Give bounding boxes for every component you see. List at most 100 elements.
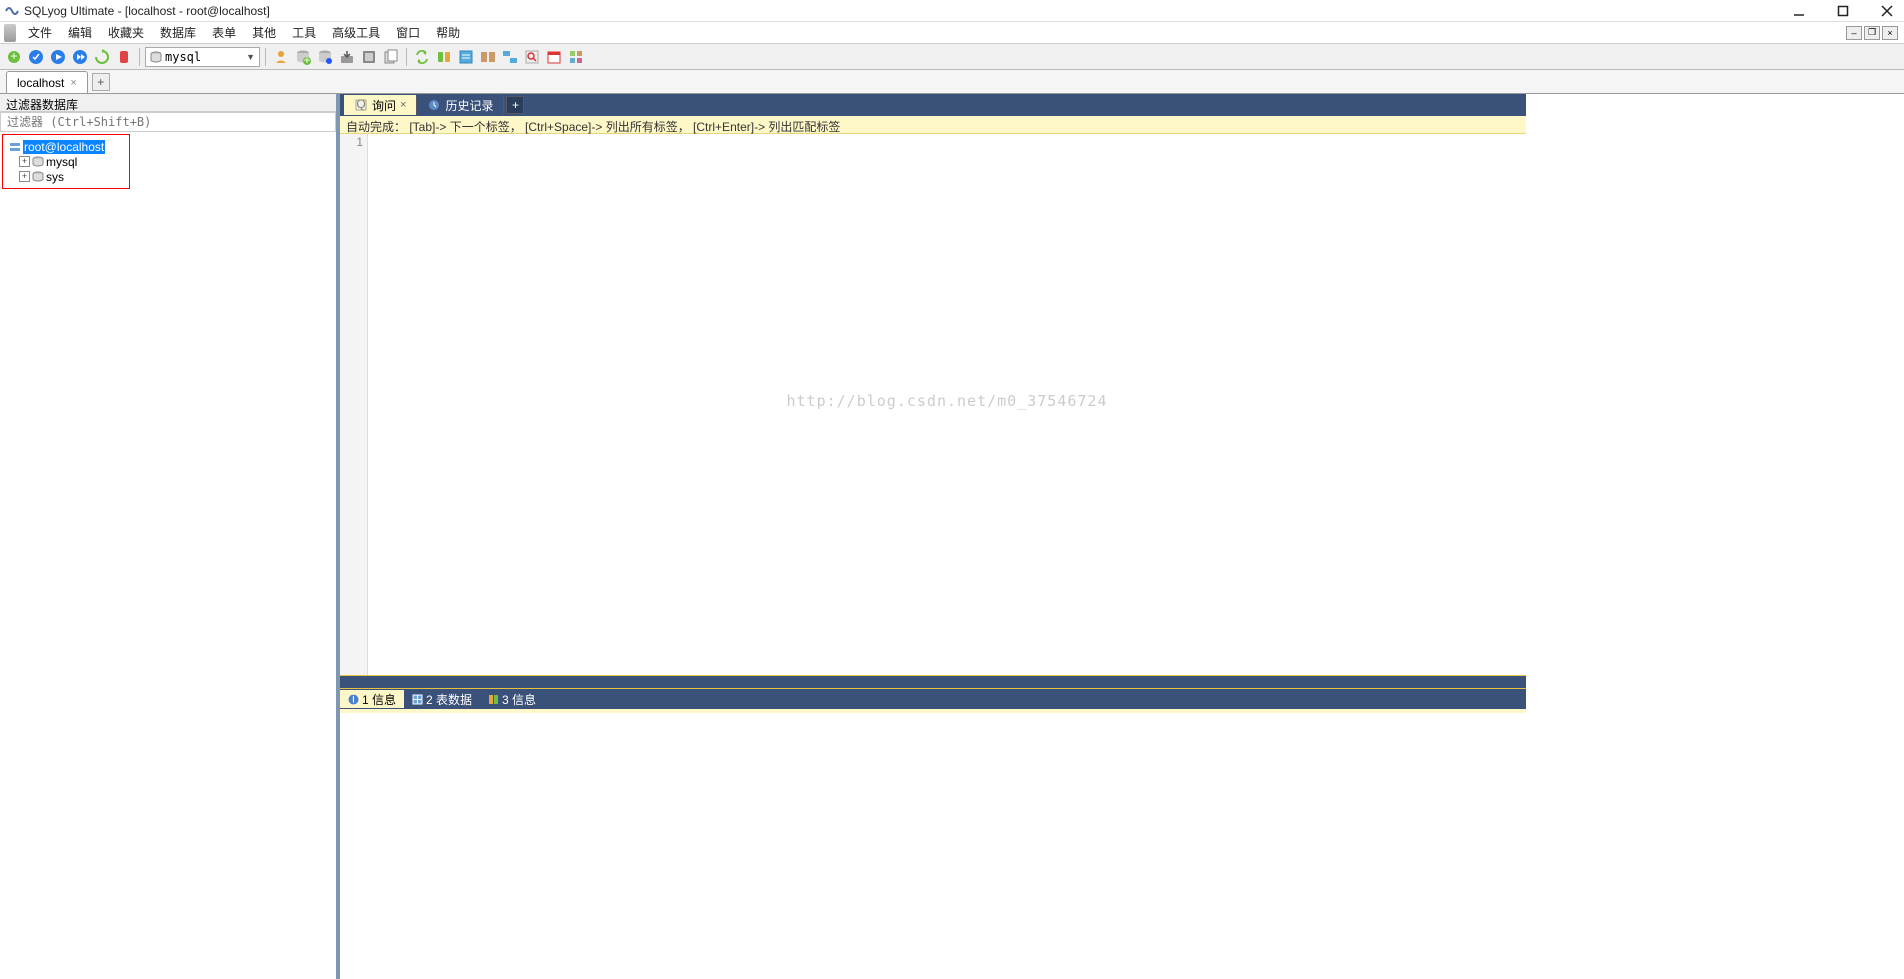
app-icon <box>4 3 20 19</box>
menu-other[interactable]: 其他 <box>244 22 284 43</box>
horizontal-splitter[interactable] <box>340 675 1526 689</box>
tab-history-label: 历史记录 <box>445 97 493 114</box>
main-panel: Q 询问 × 历史记录 + 自动完成： [Tab]-> 下一个标签， [Ctrl… <box>340 94 1526 979</box>
connection-tabs: localhost × + <box>0 70 1904 94</box>
menu-database[interactable]: 数据库 <box>152 22 204 43</box>
maximize-button[interactable] <box>1830 2 1856 20</box>
tree-item-sys[interactable]: + sys <box>5 169 127 184</box>
schema-designer-icon[interactable] <box>315 47 335 67</box>
expand-icon[interactable]: + <box>19 156 30 167</box>
database-icon <box>32 171 44 183</box>
tree-item-mysql[interactable]: + mysql <box>5 154 127 169</box>
result-tab-table-data[interactable]: 2 表数据 <box>404 690 480 708</box>
query-editor[interactable]: 1 http://blog.csdn.net/m0_37546724 <box>340 134 1526 675</box>
execute-all-icon[interactable] <box>70 47 90 67</box>
line-gutter: 1 <box>340 134 368 675</box>
menu-bar: 文件 编辑 收藏夹 数据库 表单 其他 工具 高级工具 窗口 帮助 – ❐ × <box>0 22 1904 44</box>
object-tree: root@localhost + mysql + sys <box>2 134 130 189</box>
toolbar-separator <box>265 48 266 66</box>
tree-root-label: root@localhost <box>23 140 105 154</box>
new-connection-tab-button[interactable]: + <box>92 73 110 91</box>
menubar-grip[interactable] <box>4 24 16 42</box>
mdi-close-button[interactable]: × <box>1882 26 1898 40</box>
import-icon[interactable] <box>359 47 379 67</box>
database-input[interactable] <box>165 50 243 64</box>
info-icon: i <box>348 694 359 705</box>
mdi-minimize-button[interactable]: – <box>1846 26 1862 40</box>
mdi-restore-button[interactable]: ❐ <box>1864 26 1880 40</box>
history-icon <box>427 98 441 112</box>
editor-body[interactable]: http://blog.csdn.net/m0_37546724 <box>368 134 1526 675</box>
filter-header: 过滤器数据库 <box>0 94 336 112</box>
menu-window[interactable]: 窗口 <box>388 22 428 43</box>
toolbar-separator <box>406 48 407 66</box>
menu-favorites[interactable]: 收藏夹 <box>100 22 152 43</box>
tab-query-label: 询问 <box>372 97 396 114</box>
sync-icon[interactable] <box>412 47 432 67</box>
result-tab-messages[interactable]: i 1 信息 <box>340 690 404 708</box>
filter-input-wrapper <box>0 112 336 132</box>
visual-data-compare-icon[interactable] <box>500 47 520 67</box>
close-icon[interactable]: × <box>70 77 76 89</box>
database-icon <box>32 156 44 168</box>
new-query-tab-button[interactable]: + <box>506 96 524 114</box>
info2-icon <box>488 694 499 705</box>
tab-query[interactable]: Q 询问 × <box>344 95 417 115</box>
result-panel[interactable] <box>340 713 1526 979</box>
close-icon[interactable]: × <box>400 99 406 111</box>
toolbar: + ▼ + <box>0 44 1904 70</box>
refresh-icon[interactable] <box>92 47 112 67</box>
gutter-line-1: 1 <box>340 135 367 149</box>
database-icon <box>150 51 162 63</box>
result-tab-label: 2 表数据 <box>426 691 472 708</box>
query-tabs: Q 询问 × 历史记录 + <box>340 94 1526 116</box>
create-database-icon[interactable]: + <box>293 47 313 67</box>
tree-item-label: mysql <box>46 155 77 169</box>
server-icon <box>9 141 21 153</box>
user-manager-icon[interactable] <box>271 47 291 67</box>
table-icon <box>412 694 423 705</box>
query-icon: Q <box>354 98 368 112</box>
tree-root[interactable]: root@localhost <box>5 139 127 154</box>
connection-tab-label: localhost <box>17 76 64 90</box>
tab-history[interactable]: 历史记录 <box>417 95 504 115</box>
execute-query-icon[interactable] <box>48 47 68 67</box>
svg-text:+: + <box>10 49 17 63</box>
backup-icon[interactable] <box>337 47 357 67</box>
autocomplete-hint: 自动完成： [Tab]-> 下一个标签， [Ctrl+Space]-> 列出所有… <box>340 116 1526 134</box>
tree-item-label: sys <box>46 170 64 184</box>
menu-file[interactable]: 文件 <box>20 22 60 43</box>
result-tab-label: 1 信息 <box>362 691 396 708</box>
menu-table[interactable]: 表单 <box>204 22 244 43</box>
close-button[interactable] <box>1874 2 1900 20</box>
query-builder-icon[interactable] <box>456 47 476 67</box>
menu-edit[interactable]: 编辑 <box>60 22 100 43</box>
result-tab-info[interactable]: 3 信息 <box>480 690 544 708</box>
svg-text:Q: Q <box>356 99 365 111</box>
result-tab-label: 3 信息 <box>502 691 536 708</box>
watermark-text: http://blog.csdn.net/m0_37546724 <box>368 392 1526 410</box>
database-selector[interactable]: ▼ <box>145 47 260 67</box>
menu-tools[interactable]: 工具 <box>284 22 324 43</box>
stop-icon[interactable] <box>114 47 134 67</box>
new-connection-icon[interactable]: + <box>4 47 24 67</box>
new-query-icon[interactable] <box>26 47 46 67</box>
settings-icon[interactable] <box>566 47 586 67</box>
export-icon[interactable] <box>381 47 401 67</box>
menu-help[interactable]: 帮助 <box>428 22 468 43</box>
svg-text:i: i <box>352 694 355 705</box>
svg-text:+: + <box>303 53 310 65</box>
window-title: SQLyog Ultimate - [localhost - root@loca… <box>24 4 270 18</box>
title-bar: SQLyog Ultimate - [localhost - root@loca… <box>0 0 1904 22</box>
dropdown-icon[interactable]: ▼ <box>246 52 255 62</box>
calendar-icon[interactable] <box>544 47 564 67</box>
workspace: 过滤器数据库 root@localhost + mysql + sys <box>0 94 1526 979</box>
find-icon[interactable] <box>522 47 542 67</box>
menu-advanced-tools[interactable]: 高级工具 <box>324 22 388 43</box>
data-sync-icon[interactable] <box>434 47 454 67</box>
connection-tab-localhost[interactable]: localhost × <box>6 71 88 93</box>
minimize-button[interactable] <box>1786 2 1812 20</box>
filter-input[interactable] <box>1 113 335 131</box>
expand-icon[interactable]: + <box>19 171 30 182</box>
schema-compare-icon[interactable] <box>478 47 498 67</box>
